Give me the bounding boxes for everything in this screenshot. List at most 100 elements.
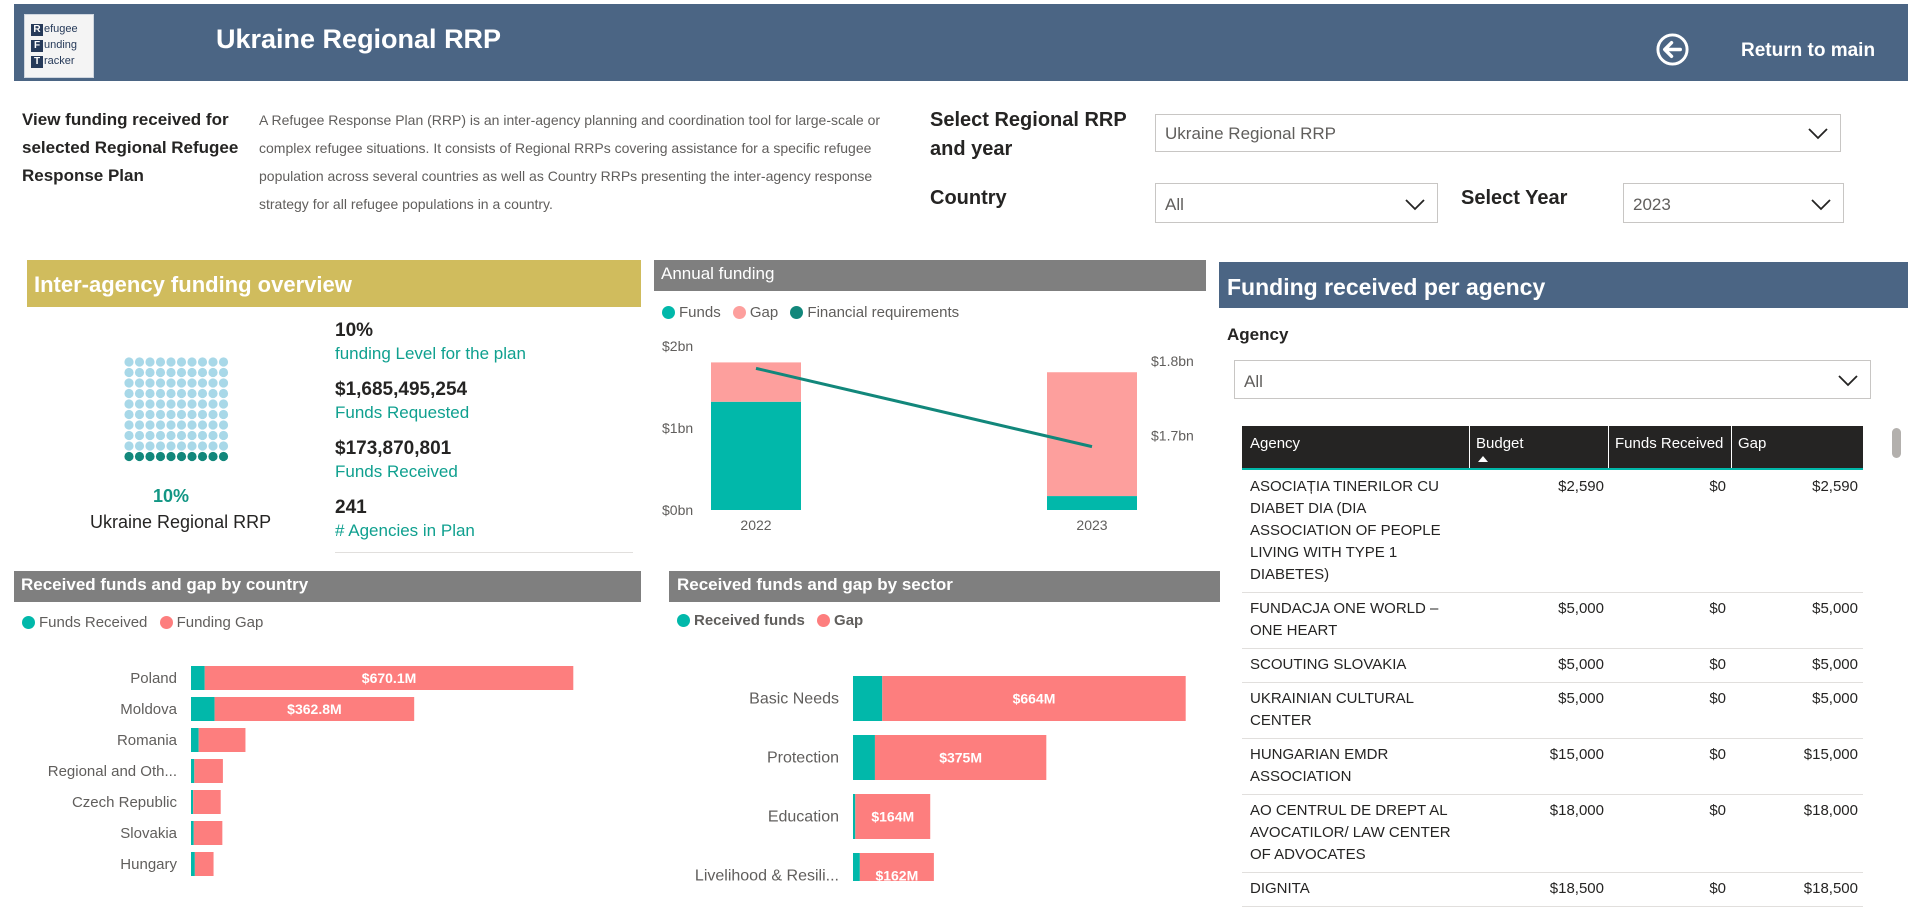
column-header-funds-received[interactable]: Funds Received — [1609, 426, 1731, 468]
legend-funding-gap[interactable]: Funding Gap — [159, 614, 263, 631]
agency-name-cell: SCOUTING SLOVAKIA — [1250, 654, 1406, 676]
waffle-dot — [176, 451, 187, 462]
agency-name-line: DIABETES) — [1250, 566, 1330, 583]
legend-gap[interactable]: Gap — [732, 304, 778, 321]
gap-bar — [194, 759, 223, 783]
legend-funds[interactable]: Funds — [662, 304, 721, 321]
waffle-dot — [166, 430, 176, 441]
waffle-dot — [187, 367, 197, 378]
waffle-dot — [124, 357, 134, 367]
funds-bar — [191, 697, 215, 721]
waffle-dot — [197, 430, 208, 441]
overview-title: Inter-agency funding overview — [34, 272, 352, 297]
chevron-down-icon — [1811, 199, 1831, 211]
agency-name-cell: DIGNITA — [1250, 878, 1310, 900]
legend-gap[interactable]: Gap — [817, 612, 863, 629]
budget-cell: $18,500 — [1549, 880, 1604, 897]
rrp-description: A Refugee Response Plan (RRP) is an inte… — [259, 112, 881, 212]
table-row[interactable]: UKRAINIAN CULTURAL CENTER $5,000 $0 $5,000 — [1242, 682, 1863, 739]
waffle-percent: 10% — [153, 486, 190, 506]
return-to-main-link[interactable]: Return to main — [1741, 40, 1875, 62]
waffle-dot — [187, 430, 197, 441]
waffle-dot — [218, 399, 229, 409]
waffle-dot — [176, 388, 187, 399]
data-label: $362.8M — [287, 701, 341, 717]
rrp-dropdown-value: Ukraine Regional RRP — [1165, 124, 1337, 143]
category-label: Livelihood & Resili... — [695, 868, 839, 882]
table-row[interactable]: DIGNITA $18,500 $0 $18,500 — [1242, 872, 1863, 907]
year-dropdown[interactable]: 2023 — [1623, 183, 1844, 223]
agency-name-line: DIGNITA — [1250, 880, 1310, 897]
agency-panel-title: Funding received per agency — [1227, 274, 1546, 300]
waffle-dot — [218, 388, 229, 399]
waffle-dot — [208, 420, 218, 430]
waffle-dot — [134, 378, 145, 388]
kpi-value: $173,870,801 — [335, 438, 452, 459]
y-tick-label: $2bn — [662, 338, 693, 354]
category-label: Regional and Oth... — [48, 763, 177, 780]
waffle-dot — [134, 441, 145, 451]
waffle-dot — [176, 409, 187, 420]
waffle-dot — [155, 388, 166, 399]
table-row[interactable]: HUNGARIAN EMDR ASSOCIATION $15,000 $0 $15,00… — [1242, 738, 1863, 795]
waffle-dot — [124, 399, 134, 409]
table-row[interactable]: FUNDACJA ONE WORLD – ONE HEART $5,000 $0 $5,… — [1242, 592, 1863, 649]
column-header-agency[interactable]: Agency — [1242, 426, 1469, 468]
waffle-dot — [187, 399, 197, 409]
category-label: Education — [768, 809, 839, 826]
waffle-dot — [155, 441, 166, 451]
waffle-dot — [166, 409, 176, 420]
kpi-label: Funds Requested — [335, 403, 470, 422]
page-title: Ukraine Regional RRP — [216, 24, 502, 54]
waffle-dot — [218, 367, 229, 378]
waffle-dot — [176, 399, 187, 409]
rrp-select-label: Select Regional RRP and year — [930, 109, 1127, 160]
gap-cell: $2,590 — [1812, 478, 1858, 495]
waffle-dot — [187, 420, 197, 430]
year-filter-label: Select Year — [1461, 187, 1568, 209]
waffle-dot — [155, 378, 166, 388]
gap-cell: $18,000 — [1803, 802, 1858, 819]
column-header-budget[interactable]: Budget — [1470, 426, 1608, 468]
waffle-dot — [134, 409, 145, 420]
y-tick-label: $0bn — [662, 502, 693, 518]
received-cell: $0 — [1709, 880, 1726, 897]
waffle-dot — [145, 441, 155, 451]
waffle-dot — [124, 430, 134, 441]
gap-bar — [1047, 372, 1137, 497]
refugee-funding-tracker-logo[interactable]: Refugee Funding Tracker — [24, 14, 94, 78]
waffle-dot — [187, 441, 197, 451]
kpi-funds-requested: $1,685,495,254 Funds Requested — [335, 379, 469, 423]
waffle-dot — [124, 378, 134, 388]
kpi-label: Funds Received — [335, 462, 458, 481]
rrp-dropdown[interactable]: Ukraine Regional RRP — [1155, 114, 1841, 152]
waffle-chart — [124, 357, 229, 462]
waffle-dot — [166, 420, 176, 430]
waffle-dot — [197, 388, 208, 399]
column-header-gap[interactable]: Gap — [1732, 426, 1863, 468]
view-funding-heading: View funding received for selected Regio… — [22, 110, 239, 185]
waffle-dot — [145, 367, 155, 378]
legend-funds-received[interactable]: Funds Received — [22, 614, 147, 631]
waffle-dot — [155, 451, 166, 462]
table-row[interactable]: AO CENTRUL DE DREPT AL AVOCATILOR/ LAW CE… — [1242, 794, 1863, 873]
agency-table-scrollbar[interactable] — [1892, 428, 1901, 458]
country-dropdown[interactable]: All — [1155, 183, 1438, 223]
funds-bar — [853, 794, 856, 839]
category-label: Protection — [767, 750, 839, 767]
waffle-dot — [134, 388, 145, 399]
waffle-dot — [197, 357, 208, 367]
agency-dropdown[interactable]: All — [1234, 360, 1871, 399]
agency-dropdown-value: All — [1244, 372, 1263, 391]
kpi-label: funding Level for the plan — [335, 344, 526, 363]
table-row[interactable]: ASOCIAȚIA TINERILOR CU DIABET DIA (DIA ASS… — [1242, 470, 1863, 593]
table-row[interactable]: SCOUTING SLOVAKIA $5,000 $0 $5,000 — [1242, 648, 1863, 683]
gap-bar — [193, 821, 223, 845]
legend-received-funds[interactable]: Received funds — [677, 612, 805, 629]
waffle-dot — [166, 378, 176, 388]
waffle-dot — [124, 409, 134, 420]
gap-cell: $5,000 — [1812, 690, 1858, 707]
budget-cell: $5,000 — [1558, 690, 1604, 707]
legend-financial-requirements[interactable]: Financial requirements — [790, 304, 959, 321]
back-arrow-icon[interactable] — [1655, 32, 1690, 67]
